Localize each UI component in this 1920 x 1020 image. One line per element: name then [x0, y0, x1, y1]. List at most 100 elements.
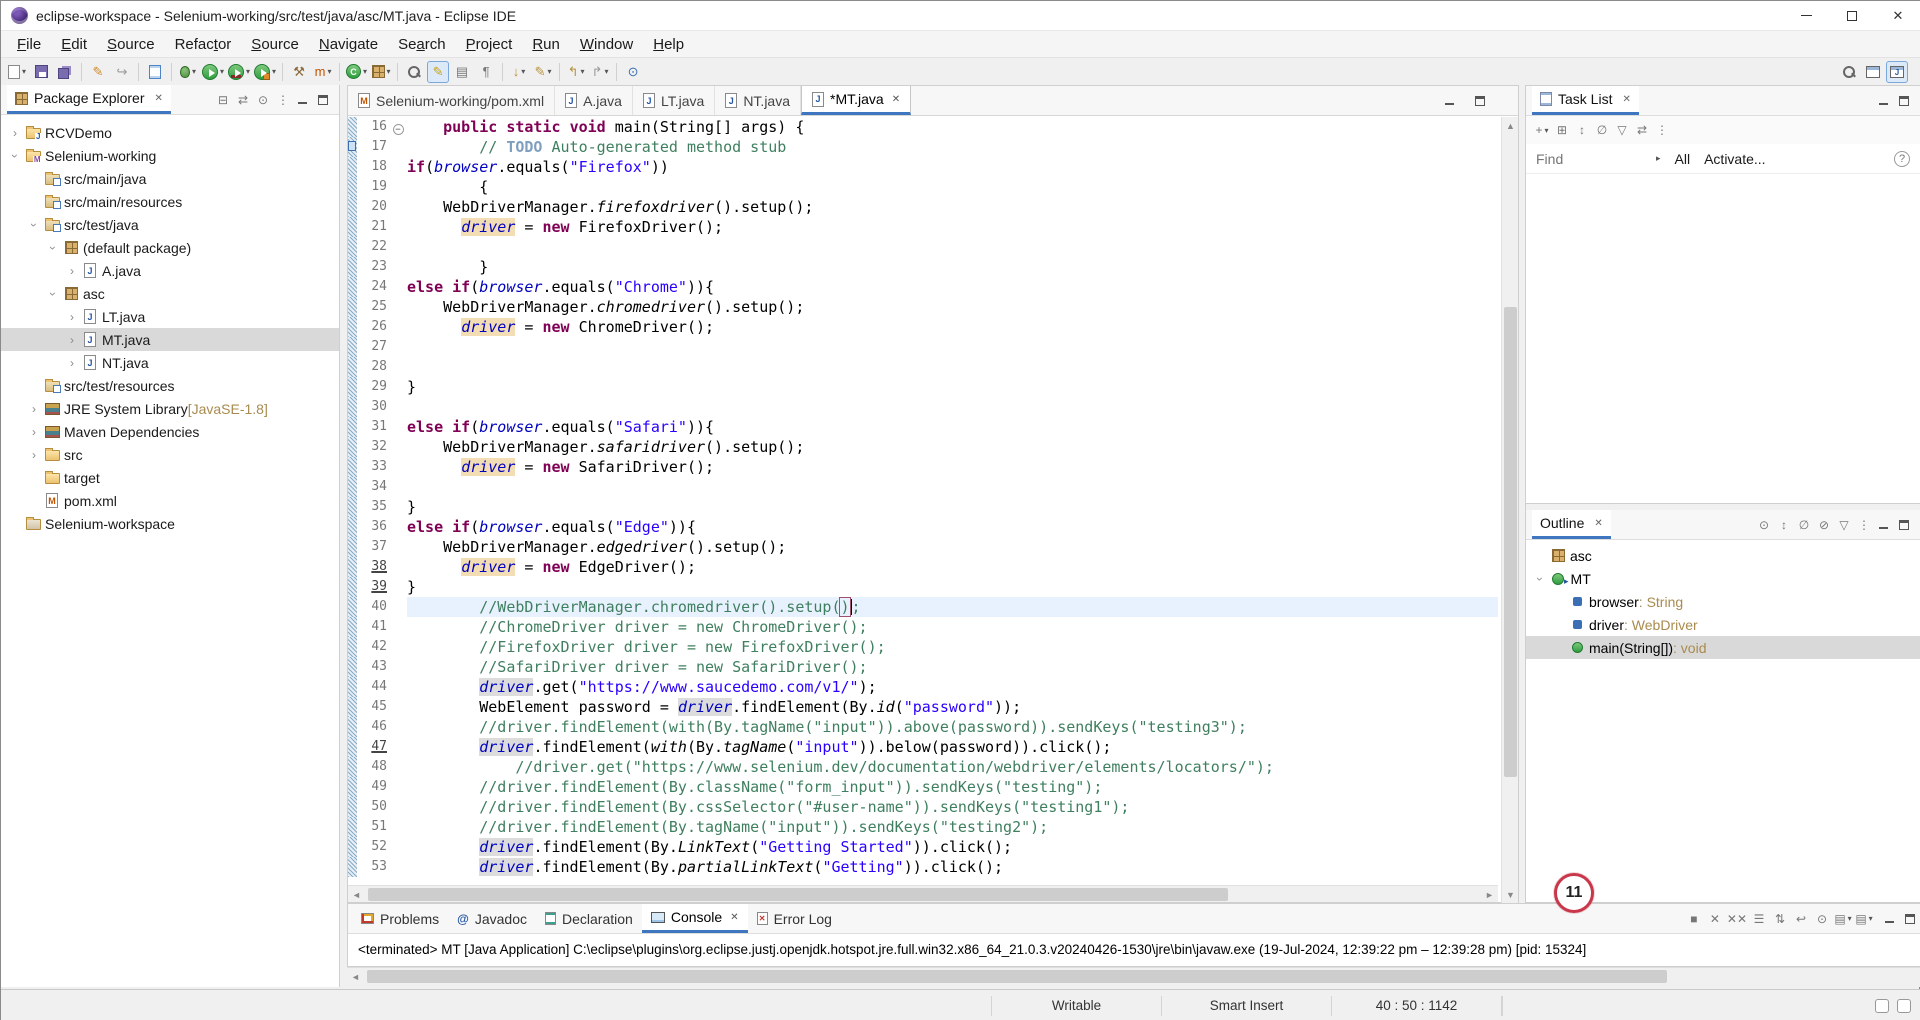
minimize-view-icon[interactable]: [1875, 92, 1893, 110]
console-tab-console[interactable]: Console✕: [642, 904, 748, 933]
close-view-icon[interactable]: ✕: [1622, 94, 1630, 105]
new-package-button[interactable]: ▾: [370, 61, 392, 83]
focus-icon[interactable]: ⊙: [1755, 516, 1773, 534]
console-horizontal-scrollbar[interactable]: ◄: [347, 967, 1920, 987]
sash-left[interactable]: [340, 85, 347, 987]
chevron-collapsed-icon[interactable]: ›: [64, 264, 80, 278]
editor-tab-nt-java[interactable]: JNT.java: [715, 86, 801, 115]
code-line-49[interactable]: 49 //driver.findElement(By.className("fo…: [348, 777, 1498, 797]
revert-hand-button[interactable]: ↪: [111, 61, 133, 83]
hide-static-icon[interactable]: ⊘: [1815, 516, 1833, 534]
explorer-item-a-java[interactable]: ›JA.java: [1, 259, 339, 282]
maven-run-button[interactable]: m▾: [312, 61, 334, 83]
explorer-item-src-test-java[interactable]: ›src/test/java: [1, 213, 339, 236]
code-line-47[interactable]: 47 driver.findElement(with(By.tagName("i…: [348, 737, 1498, 757]
menu-navigate[interactable]: Navigate: [309, 33, 388, 56]
menu-search[interactable]: Search: [388, 33, 456, 56]
explorer-item-mt-java[interactable]: ›JMT.java: [1, 328, 339, 351]
menu-window[interactable]: Window: [570, 33, 643, 56]
chevron-collapsed-icon[interactable]: ›: [64, 333, 80, 347]
explorer-item-src[interactable]: ›src: [1, 443, 339, 466]
show-whitespace-toggle[interactable]: ¶: [475, 61, 497, 83]
code-line-23[interactable]: 23 }: [348, 257, 1498, 277]
help-icon[interactable]: ?: [1894, 151, 1910, 167]
chevron-expanded-icon[interactable]: ›: [8, 148, 22, 164]
save-all-button[interactable]: [54, 61, 76, 83]
sort-icon[interactable]: ↕: [1775, 516, 1793, 534]
profile-button[interactable]: ▾: [253, 61, 277, 83]
focus-icon[interactable]: ⊙: [254, 91, 272, 109]
last-edit-location-button[interactable]: ✎▾: [532, 61, 554, 83]
notification-icon[interactable]: [1875, 999, 1889, 1013]
explorer-item-selenium-workspace[interactable]: Selenium-workspace: [1, 512, 339, 535]
editor-tab--mt-java[interactable]: J*MT.java✕: [801, 86, 911, 115]
maximize-editor-icon[interactable]: [1471, 92, 1489, 110]
code-line-46[interactable]: 46 //driver.findElement(with(By.tagName(…: [348, 717, 1498, 737]
java-perspective-button[interactable]: [1886, 61, 1908, 83]
find-input[interactable]: [1536, 151, 1646, 167]
close-view-icon[interactable]: ✕: [155, 93, 163, 104]
debug-button[interactable]: ▾: [177, 61, 199, 83]
menu-run[interactable]: Run: [522, 33, 570, 56]
open-task-button[interactable]: [403, 61, 425, 83]
link-with-editor-icon[interactable]: ⇄: [234, 91, 252, 109]
chevron-collapsed-icon[interactable]: ›: [26, 402, 42, 416]
console-tab-declaration[interactable]: Declaration: [536, 904, 642, 933]
minimize-view-icon[interactable]: [1881, 910, 1899, 928]
minimize-editor-icon[interactable]: [1441, 92, 1459, 110]
menu-file[interactable]: File: [7, 33, 51, 56]
code-line-32[interactable]: 32 WebDriverManager.safaridriver().setup…: [348, 437, 1498, 457]
close-tab-icon[interactable]: ✕: [892, 94, 900, 105]
maximize-view-icon[interactable]: [314, 91, 332, 109]
tab-outline[interactable]: Outline ✕: [1532, 510, 1611, 539]
code-line-48[interactable]: 48 //driver.get("https://www.selenium.de…: [348, 757, 1498, 777]
code-line-20[interactable]: 20 WebDriverManager.firefoxdriver().setu…: [348, 197, 1498, 217]
menu-source[interactable]: Source: [241, 33, 309, 56]
outline-item-asc[interactable]: asc: [1526, 544, 1920, 567]
chevron-expanded-icon[interactable]: ›: [1533, 571, 1547, 587]
chevron-expanded-icon[interactable]: ›: [46, 240, 60, 256]
editor-tab-lt-java[interactable]: JLT.java: [633, 86, 715, 115]
expand-all-icon[interactable]: ▸: [1656, 153, 1661, 164]
word-wrap-icon[interactable]: ↩: [1792, 910, 1810, 928]
search-button[interactable]: [1838, 61, 1860, 83]
chevron-collapsed-icon[interactable]: ›: [64, 310, 80, 324]
code-line-33[interactable]: 33 driver = new SafariDriver();: [348, 457, 1498, 477]
code-line-52[interactable]: 52 driver.findElement(By.LinkText("Getti…: [348, 837, 1498, 857]
explorer-item-src-main-resources[interactable]: src/main/resources: [1, 190, 339, 213]
code-line-22[interactable]: 22: [348, 237, 1498, 257]
forward-button[interactable]: ↱▾: [589, 61, 611, 83]
filter-icon[interactable]: ▽: [1613, 121, 1631, 139]
open-console-icon[interactable]: ▤▾: [1855, 910, 1873, 928]
minimize-view-icon[interactable]: [1875, 516, 1893, 534]
categorized-icon[interactable]: ⊞: [1553, 121, 1571, 139]
minimize-button[interactable]: [1783, 1, 1829, 30]
code-line-42[interactable]: 42 //FirefoxDriver driver = new FirefoxD…: [348, 637, 1498, 657]
chevron-collapsed-icon[interactable]: ›: [26, 448, 42, 462]
status-menu-icon[interactable]: [1897, 999, 1911, 1013]
code-line-17[interactable]: 17 // TODO Auto-generated method stub: [348, 137, 1498, 157]
tab-task-list[interactable]: Task List ✕: [1532, 86, 1639, 115]
outline-item-driver[interactable]: driver : WebDriver: [1526, 613, 1920, 636]
tab-package-explorer[interactable]: Package Explorer ✕: [7, 85, 171, 114]
explorer-item-selenium-working[interactable]: ›Selenium-working: [1, 144, 339, 167]
editor-tab-selenium-working-pom-xml[interactable]: MSelenium-working/pom.xml: [348, 86, 555, 115]
new-view-button[interactable]: ▤: [451, 61, 473, 83]
open-console-view-button[interactable]: [144, 61, 166, 83]
chevron-expanded-icon[interactable]: ›: [27, 217, 41, 233]
code-line-39[interactable]: 39}: [348, 577, 1498, 597]
code-line-26[interactable]: 26 driver = new ChromeDriver();: [348, 317, 1498, 337]
mark-occurrences-toggle[interactable]: ✎: [427, 61, 449, 83]
code-line-50[interactable]: 50 //driver.findElement(By.cssSelector("…: [348, 797, 1498, 817]
code-line-41[interactable]: 41 //ChromeDriver driver = new ChromeDri…: [348, 617, 1498, 637]
code-line-21[interactable]: 21 driver = new FirefoxDriver();: [348, 217, 1498, 237]
code-line-43[interactable]: 43 //SafariDriver driver = new SafariDri…: [348, 657, 1498, 677]
next-annotation-button[interactable]: ↓▾: [508, 61, 530, 83]
view-menu-icon[interactable]: ⋮: [1855, 516, 1873, 534]
pin-editor-button[interactable]: ⊙: [622, 61, 644, 83]
coverage-button[interactable]: ▾: [227, 61, 251, 83]
back-button[interactable]: ↰▾: [565, 61, 587, 83]
remove-all-terminated-icon[interactable]: ✕✕: [1727, 910, 1747, 928]
menu-edit[interactable]: Edit: [51, 33, 97, 56]
run-button[interactable]: ▾: [201, 61, 225, 83]
